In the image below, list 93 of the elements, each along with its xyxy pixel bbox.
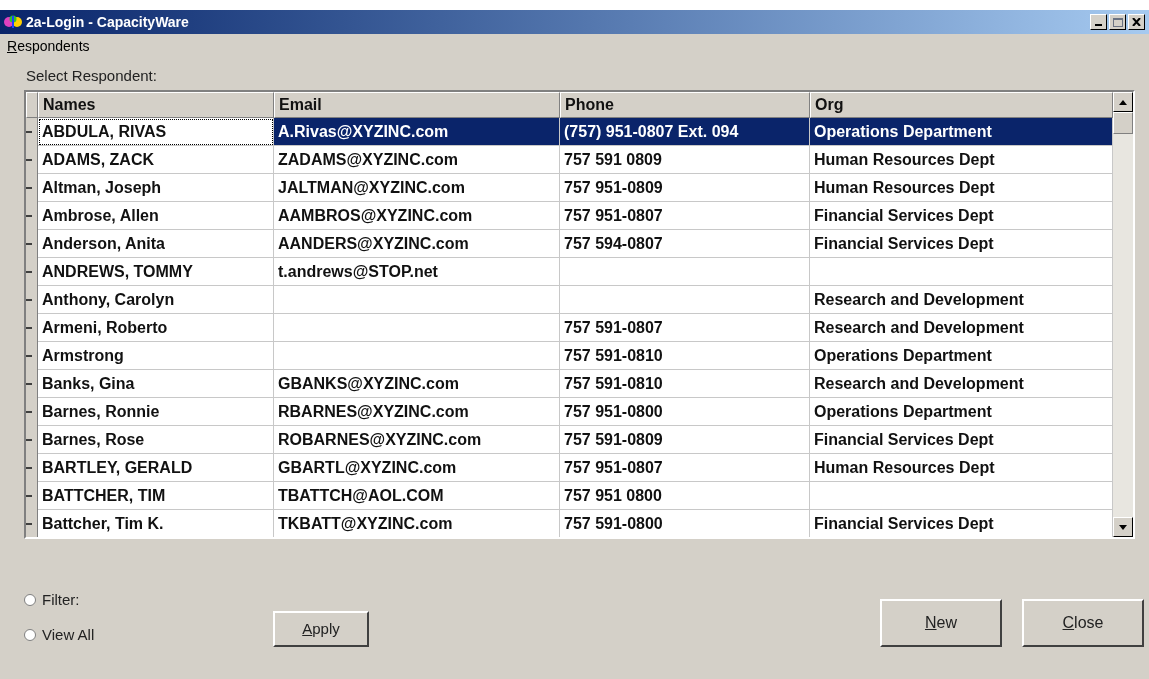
table-cell-text: Financial Services Dept (814, 233, 994, 254)
close-icon (1132, 18, 1141, 26)
dialog-button[interactable]: New (880, 599, 1002, 647)
table-cell-text: 757 951-0807 (564, 457, 663, 478)
table-cell-text: GBANKS@XYZINC.com (278, 373, 459, 394)
table-row[interactable]: Battcher, Tim K. TKBATT@XYZINC.com 757 591-0800 Financial Services Dept (26, 510, 1113, 537)
scroll-thumb[interactable] (1113, 112, 1133, 134)
table-cell-text: Anthony, Carolyn (42, 289, 175, 310)
table-cell-text: Human Resources Dept (814, 177, 995, 198)
table-row[interactable]: BATTCHER, TIM TBATTCH@AOL.COM 757 951 0800 (26, 482, 1113, 510)
column-header[interactable]: Names (38, 92, 274, 118)
table-cell-text: 757 591-0800 (564, 513, 663, 534)
scrollbar[interactable] (1113, 92, 1133, 537)
table-cell-text: 757 591-0807 (564, 317, 663, 338)
table-cell-text: 757 591 0809 (564, 149, 662, 170)
table-row[interactable]: Armstrong 757 591-0810 Operations Department (26, 342, 1113, 370)
app-logo-icon (4, 15, 22, 29)
radio-label[interactable]: Filter: (42, 589, 80, 612)
table-cell-text: 757 951-0807 (564, 205, 663, 226)
table-cell-text: Human Resources Dept (814, 457, 995, 478)
table-cell-text: AAMBROS@XYZINC.com (278, 205, 473, 226)
table-cell-text: GBARTL@XYZINC.com (278, 457, 457, 478)
maximize-button[interactable] (1109, 14, 1126, 30)
table-cell-text: (757) 951-0807 Ext. 094 (564, 121, 739, 142)
table-cell-text: Research and Development (814, 289, 1024, 310)
table-cell-text: 757 594-0807 (564, 233, 663, 254)
table-cell-text: Operations Department (814, 345, 992, 366)
table-row[interactable]: ABDULA, RIVAS A.Rivas@XYZINC.com (757) 951-0807 Ext. 094 Operations Department (26, 118, 1113, 146)
table-cell-text: Battcher, Tim K. (42, 513, 164, 534)
table-cell-text: BARTLEY, GERALD (42, 457, 193, 478)
table-cell-text: Research and Development (814, 373, 1024, 394)
table-cell-text: Banks, Gina (42, 373, 135, 394)
table-cell-text: Financial Services Dept (814, 429, 994, 450)
table-cell-text: 757 591-0810 (564, 373, 663, 394)
table-cell-text: AANDERS@XYZINC.com (278, 233, 469, 254)
table-cell-text: Financial Services Dept (814, 205, 994, 226)
table-row[interactable]: ADAMS, ZACK ZADAMS@XYZINC.com 757 591 0809 Human Resources Dept (26, 146, 1113, 174)
table-cell-text: Operations Department (814, 121, 992, 142)
table-cell-text: RBARNES@XYZINC.com (278, 401, 469, 422)
table-cell-text: TBATTCH@AOL.COM (278, 485, 444, 506)
column-header[interactable]: Email (274, 92, 560, 118)
table-cell-text: Ambrose, Allen (42, 205, 159, 226)
up-arrow-icon (1119, 99, 1127, 105)
table-cell-text: ZADAMS@XYZINC.com (278, 149, 459, 170)
table-cell-text: Altman, Joseph (42, 177, 162, 198)
table-cell-text: Anderson, Anita (42, 233, 165, 254)
table-row[interactable]: Barnes, Rose ROBARNES@XYZINC.com 757 591-0809 Financial Services Dept (26, 426, 1113, 454)
radio-button[interactable] (24, 628, 36, 641)
table-row[interactable]: Altman, Joseph JALTMAN@XYZINC.com 757 951-0809 Human Resources Dept (26, 174, 1113, 202)
table-cell-text: ROBARNES@XYZINC.com (278, 429, 482, 450)
close-button[interactable] (1128, 14, 1145, 30)
radio-button[interactable] (24, 594, 36, 607)
table-cell-text: Armstrong (42, 345, 124, 366)
table-row[interactable]: Ambrose, Allen AAMBROS@XYZINC.com 757 951-0807 Financial Services Dept (26, 202, 1113, 230)
table-cell-text: 757 951-0800 (564, 401, 663, 422)
scroll-down-button[interactable] (1113, 517, 1133, 537)
minimize-button[interactable] (1090, 14, 1107, 30)
table-row[interactable]: Banks, Gina GBANKS@XYZINC.com 757 591-0810 Research and Development (26, 370, 1113, 398)
column-header[interactable]: Phone (560, 92, 810, 118)
table-cell-text: JALTMAN@XYZINC.com (278, 177, 465, 198)
down-arrow-icon (1119, 524, 1127, 530)
table-row[interactable]: Armeni, Roberto 757 591-0807 Research and Development (26, 314, 1113, 342)
scroll-up-button[interactable] (1113, 92, 1133, 112)
table-cell-text: 757 951-0809 (564, 177, 663, 198)
table-cell-text: 757 591-0809 (564, 429, 663, 450)
column-header[interactable]: Org (810, 92, 1113, 118)
table-row[interactable]: Barnes, Ronnie RBARNES@XYZINC.com 757 951-0800 Operations Department (26, 398, 1113, 426)
table-cell-text: Research and Development (814, 317, 1024, 338)
dialog-button[interactable]: Close (1022, 599, 1144, 647)
table-row[interactable]: ANDREWS, TOMMY t.andrews@STOP.net (26, 258, 1113, 286)
window-title: 2a-Login - CapacityWare (26, 12, 189, 32)
table-cell-text: A.Rivas@XYZINC.com (278, 121, 449, 142)
table-cell-text: Human Resources Dept (814, 149, 995, 170)
table-cell-text: Barnes, Ronnie (42, 401, 160, 422)
table-row[interactable]: BARTLEY, GERALD GBARTL@XYZINC.com 757 951-0807 Human Resources Dept (26, 454, 1113, 482)
table-cell-text: ADAMS, ZACK (42, 149, 154, 170)
table-cell-text: BATTCHER, TIM (42, 485, 166, 506)
table-cell-text: ABDULA, RIVAS (42, 121, 167, 142)
table-cell-text: TKBATT@XYZINC.com (278, 513, 453, 534)
table-row[interactable]: Anderson, Anita AANDERS@XYZINC.com 757 594-0807 Financial Services Dept (26, 230, 1113, 258)
table-cell-text: t.andrews@STOP.net (278, 261, 438, 282)
apply-button[interactable]: Apply (273, 611, 369, 647)
menu-item[interactable]: Respondents (6, 35, 91, 57)
table-cell-text: 757 951 0800 (564, 485, 662, 506)
table-cell-text: ANDREWS, TOMMY (42, 261, 193, 282)
table-cell-text: Operations Department (814, 401, 992, 422)
table-cell-text: Barnes, Rose (42, 429, 145, 450)
table-cell-text: Financial Services Dept (814, 513, 994, 534)
table-cell-text: 757 591-0810 (564, 345, 663, 366)
table-cell-text: Armeni, Roberto (42, 317, 168, 338)
table-row[interactable]: Anthony, Carolyn Research and Development (26, 286, 1113, 314)
table-label: Select Respondent: (26, 67, 157, 84)
radio-label[interactable]: View All (42, 623, 95, 646)
